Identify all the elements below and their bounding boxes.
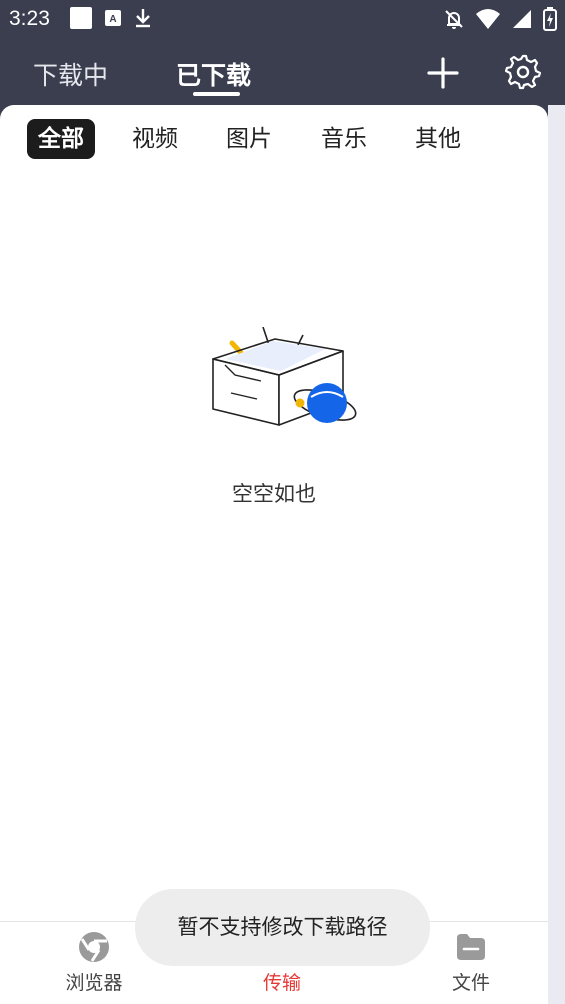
toast-message: 暂不支持修改下载路径 <box>135 889 430 966</box>
side-strip-top <box>548 38 565 105</box>
filter-image[interactable]: 图片 <box>226 119 272 159</box>
downloaded-content: 全部 视频 图片 音乐 其他 空空如也 <box>0 105 548 922</box>
status-right-icons <box>443 7 557 31</box>
side-strip <box>548 105 565 1004</box>
filter-other[interactable]: 其他 <box>415 119 461 159</box>
file-icon <box>457 934 485 960</box>
empty-box-icon <box>212 327 357 426</box>
plus-icon[interactable] <box>426 56 460 90</box>
signal-icon <box>513 10 531 28</box>
nav-files[interactable]: 文件 <box>416 930 526 995</box>
nav-transfer-label: 传输 <box>262 972 301 994</box>
filter-all[interactable]: 全部 <box>27 119 95 159</box>
empty-state-text: 空空如也 <box>232 482 316 506</box>
battery-icon <box>543 7 557 31</box>
gear-icon[interactable] <box>505 54 541 90</box>
status-time: 3:23 <box>9 7 50 30</box>
mute-bell-icon <box>445 10 463 29</box>
notification-square-icon <box>70 7 92 29</box>
download-header: 下载中 已下载 <box>0 38 548 105</box>
tab-downloading[interactable]: 下载中 <box>33 56 108 92</box>
active-tab-indicator <box>193 92 240 96</box>
wifi-icon <box>476 9 500 29</box>
filter-video[interactable]: 视频 <box>132 119 178 159</box>
filter-music[interactable]: 音乐 <box>321 119 367 159</box>
download-status-icon <box>136 9 150 28</box>
app-a-icon: A <box>105 10 121 26</box>
nav-browser-label: 浏览器 <box>65 972 123 994</box>
nav-files-label: 文件 <box>451 972 490 994</box>
status-left-icons: A <box>70 7 152 29</box>
status-bar: 3:23 A <box>0 0 565 38</box>
svg-text:A: A <box>109 14 116 25</box>
browser-icon <box>79 932 109 962</box>
tab-downloaded[interactable]: 已下载 <box>176 56 251 92</box>
nav-browser[interactable]: 浏览器 <box>39 930 149 995</box>
